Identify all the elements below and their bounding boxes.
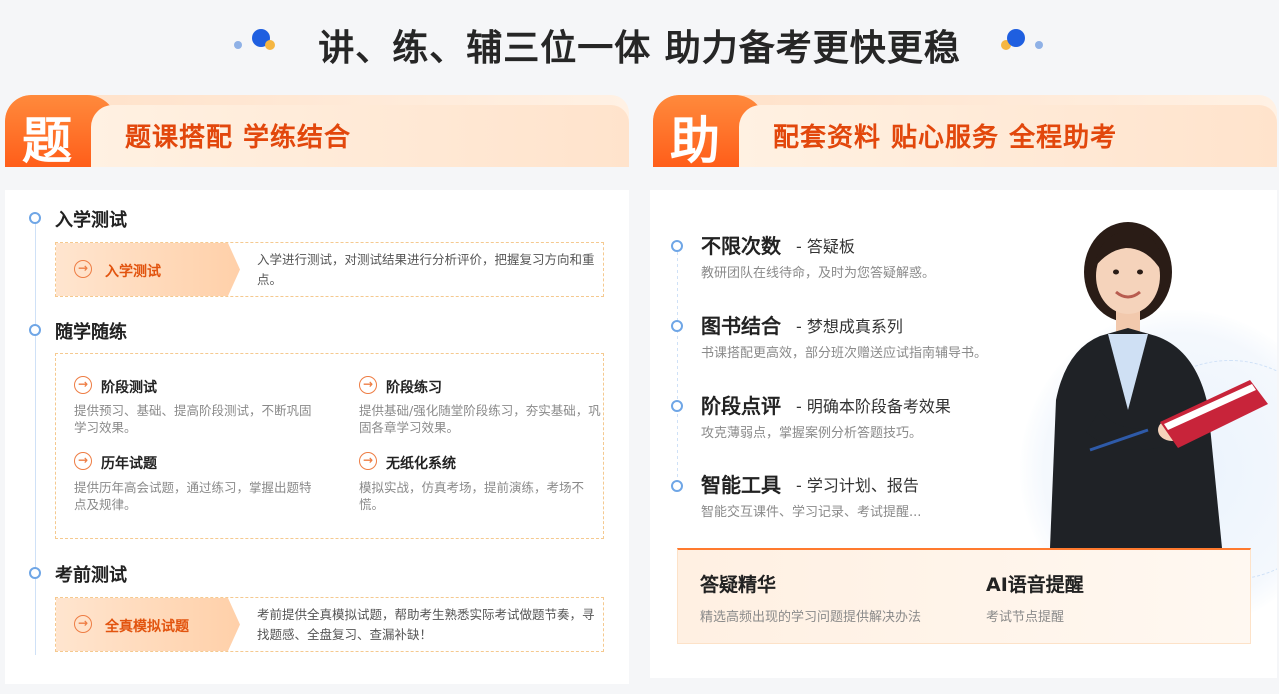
decorative-dots-right (997, 25, 1047, 65)
page-header: 讲、练、辅三位一体 助力备考更快更稳 (0, 0, 1279, 90)
page-title: 讲、练、辅三位一体 助力备考更快更稳 (318, 28, 961, 69)
arrow-right-icon: → (74, 376, 92, 394)
timeline-line (35, 220, 36, 655)
arrow-right-icon: → (74, 260, 92, 278)
teacher-illustration (1050, 222, 1268, 548)
practice-item-title[interactable]: 无纸化系统 (386, 453, 456, 473)
practice-box: → 阶段测试 提供预习、基础、提高阶段测试，不断巩固学习效果。 → 阶段练习 提… (55, 353, 604, 539)
right-badge-char: 助 (670, 112, 720, 167)
left-banner-title: 题课搭配 学练结合 (125, 123, 352, 153)
timeline-node (29, 567, 41, 579)
service-subtitle: - 学习计划、报告 (796, 476, 919, 495)
timeline-node (29, 324, 41, 336)
practice-item-title[interactable]: 历年试题 (101, 453, 157, 473)
timeline-line (677, 246, 678, 486)
service-subtitle: - 答疑板 (796, 237, 855, 256)
service-subtitle: - 明确本阶段备考效果 (796, 397, 951, 416)
section-title-final-test: 考前测试 (55, 565, 127, 586)
practice-item-title[interactable]: 阶段测试 (101, 377, 157, 397)
ai-reminder-title: AI语音提醒 (986, 574, 1084, 596)
entrance-test-desc: 入学进行测试，对测试结果进行分析评价，把握复习方向和重点。 (257, 252, 595, 287)
right-panel: 不限次数 - 答疑板 教研团队在线待命，及时为您答疑解惑。 图书结合 - 梦想成… (650, 190, 1277, 678)
timeline-node (29, 212, 41, 224)
timeline-node (671, 400, 683, 412)
service-desc: 教研团队在线待命，及时为您答疑解惑。 (701, 266, 936, 281)
practice-item-desc: 提供基础/强化随堂阶段练习，夯实基础，巩固各章学习效果。 (359, 403, 601, 435)
qa-essence-title: 答疑精华 (700, 574, 777, 596)
ai-reminder-desc: 考试节点提醒 (986, 610, 1065, 625)
decorative-dots-left (232, 25, 282, 65)
practice-item-desc: 提供历年高会试题，通过练习，掌握出题特点及规律。 (74, 480, 312, 512)
left-panel-banner: 题 题课搭配 学练结合 (5, 95, 629, 167)
timeline-node (671, 240, 683, 252)
arrow-right-icon: → (359, 452, 377, 470)
practice-item-desc: 模拟实战，仿真考场，提前演练，考场不慌。 (359, 480, 585, 512)
timeline-node (671, 320, 683, 332)
service-title: 智能工具 (701, 473, 781, 497)
entrance-test-box: → 入学测试 入学进行测试，对测试结果进行分析评价，把握复习方向和重点。 (55, 242, 604, 297)
timeline-node (671, 480, 683, 492)
entrance-test-tag-label: 入学测试 (105, 264, 161, 280)
right-banner-title: 配套资料 贴心服务 全程助考 (773, 123, 1118, 153)
practice-item-desc: 提供预习、基础、提高阶段测试，不断巩固学习效果。 (74, 403, 312, 435)
arrow-right-icon: → (74, 615, 92, 633)
final-test-box: → 全真模拟试题 考前提供全真模拟试题，帮助考生熟悉实际考试做题节奏，寻找题感、… (55, 597, 604, 652)
arrow-right-icon: → (359, 376, 377, 394)
qa-essence-desc: 精选高频出现的学习问题提供解决办法 (700, 610, 922, 625)
bottom-feature-card: 答疑精华 精选高频出现的学习问题提供解决办法 AI语音提醒 考试节点提醒 (677, 548, 1251, 644)
service-desc: 智能交互课件、学习记录、考试提醒... (701, 505, 922, 520)
service-title: 不限次数 (701, 234, 781, 258)
service-desc: 书课搭配更高效，部分班次赠送应试指南辅导书。 (701, 346, 988, 361)
left-panel: 入学测试 → 入学测试 入学进行测试，对测试结果进行分析评价，把握复习方向和重点… (5, 190, 629, 684)
service-title: 阶段点评 (701, 394, 781, 418)
final-test-tag-label: 全真模拟试题 (105, 619, 189, 635)
final-test-desc: 考前提供全真模拟试题，帮助考生熟悉实际考试做题节奏，寻找题感、全盘复习、查漏补缺… (257, 607, 595, 642)
section-title-entrance-test: 入学测试 (55, 210, 127, 231)
service-title: 图书结合 (701, 314, 781, 338)
practice-item-title[interactable]: 阶段练习 (386, 377, 442, 397)
section-title-practice: 随学随练 (55, 322, 127, 343)
service-desc: 攻克薄弱点，掌握案例分析答题技巧。 (701, 426, 923, 441)
left-badge-char: 题 (22, 112, 72, 167)
right-panel-banner: 助 配套资料 贴心服务 全程助考 (653, 95, 1277, 167)
service-subtitle: - 梦想成真系列 (796, 317, 903, 336)
arrow-right-icon: → (74, 452, 92, 470)
